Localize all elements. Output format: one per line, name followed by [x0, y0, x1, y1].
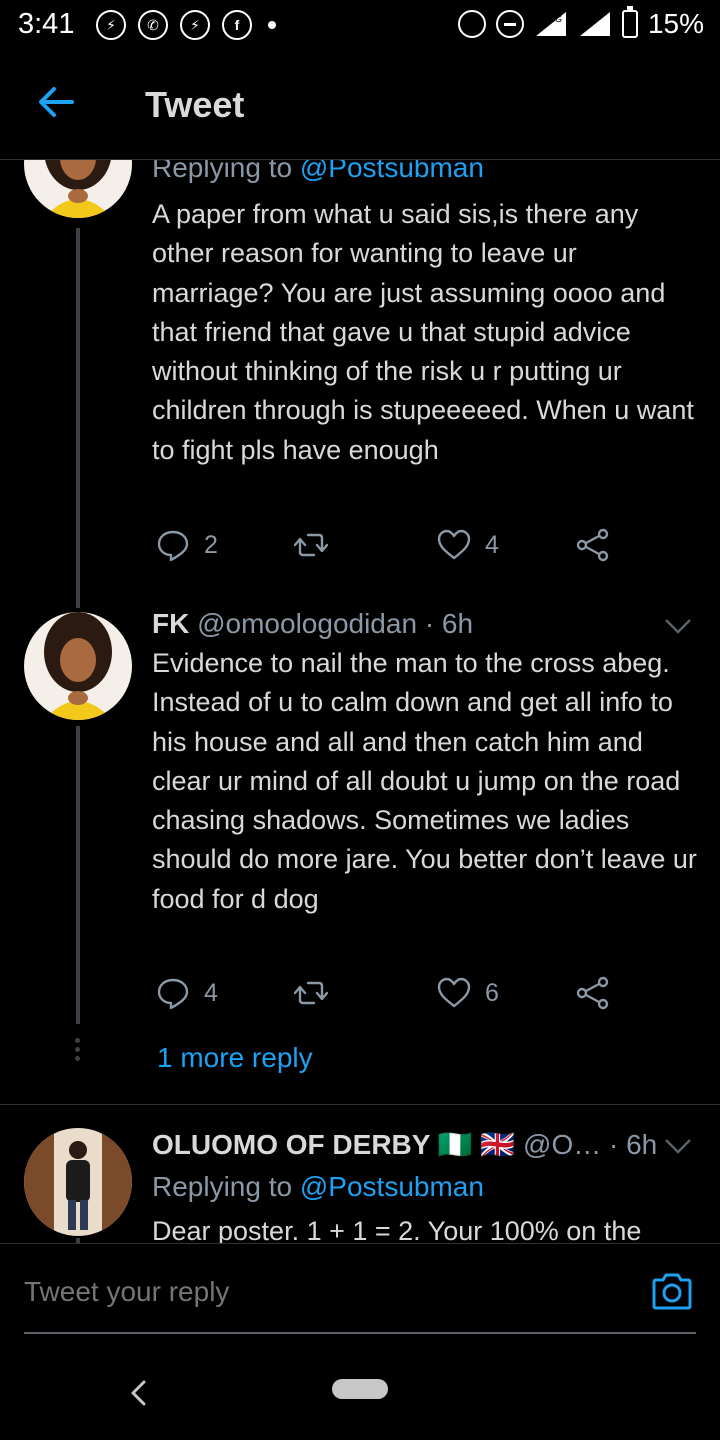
reply-handle-link[interactable]: @Postsubman [300, 160, 484, 183]
status-bar: 3:41 ⚡ ✆ ⚡ f 3G 15% [0, 0, 720, 52]
signal-icon [578, 10, 612, 38]
tweet-actions: 4 6 [152, 976, 632, 1016]
tweet-text: A paper from what u said sis,is there an… [152, 199, 694, 465]
battery-level: 15% [647, 8, 704, 39]
nav-back-icon[interactable] [128, 1379, 150, 1407]
user-handle[interactable]: @O… [523, 1129, 601, 1160]
retweet-button[interactable] [294, 528, 328, 562]
divider [0, 1104, 720, 1105]
like-button[interactable]: 4 [437, 528, 499, 562]
tweet-time: · 6h [609, 1129, 658, 1160]
input-underline [24, 1332, 696, 1334]
reply-count: 4 [204, 978, 218, 1007]
replying-to: Replying to @Postsubman [152, 160, 484, 184]
avatar[interactable] [24, 1128, 132, 1236]
reply-icon [157, 530, 189, 562]
arrow-left-icon[interactable] [36, 82, 76, 122]
svg-text:3G: 3G [550, 14, 562, 24]
camera-icon[interactable] [650, 1272, 694, 1312]
battery-icon [621, 6, 638, 38]
reply-button[interactable]: 2 [156, 528, 218, 562]
compose-bar [0, 1243, 720, 1353]
chevron-down-icon[interactable] [664, 616, 692, 636]
share-icon [576, 528, 609, 562]
display-name[interactable]: OLUOMO OF DERBY 🇳🇬 🇬🇧 [152, 1129, 515, 1160]
tweet-meta: FK @omoologodidan · 6h [152, 608, 473, 640]
share-button[interactable] [576, 976, 610, 1010]
replying-to: Replying to @Postsubman [152, 1171, 484, 1202]
signal-icon: 3G [534, 10, 568, 38]
nav-home-pill[interactable] [332, 1379, 388, 1399]
notification-icons: ⚡ ✆ ⚡ f [96, 10, 276, 40]
retweet-button[interactable] [294, 976, 328, 1010]
user-handle[interactable]: @omoologodidan [197, 608, 417, 639]
dnd-icon [495, 10, 524, 38]
page-title: Tweet [145, 84, 245, 125]
chevron-down-icon[interactable] [664, 1136, 692, 1156]
like-count: 6 [485, 978, 499, 1007]
thread-dots [75, 1038, 81, 1065]
system-icons: 3G 15% [457, 6, 704, 40]
like-count: 4 [485, 530, 499, 559]
share-icon [576, 976, 609, 1010]
thread-line [76, 726, 80, 1024]
heart-icon [437, 977, 471, 1008]
system-nav-bar [0, 1353, 720, 1440]
tweet-actions: 2 4 [152, 528, 632, 568]
alarm-icon [457, 10, 486, 38]
messenger-icon: ⚡ [96, 10, 126, 40]
share-button[interactable] [576, 528, 610, 562]
avatar[interactable] [24, 612, 132, 720]
more-replies-link[interactable]: 1 more reply [157, 1042, 313, 1074]
thread-line [76, 228, 80, 608]
dot-icon [268, 21, 276, 29]
status-time: 3:41 [18, 8, 75, 40]
tweet-text: Evidence to nail the man to the cross ab… [152, 648, 697, 914]
reply-input[interactable] [24, 1276, 624, 1308]
reply-count: 2 [204, 530, 218, 559]
top-app-bar: Tweet [0, 52, 720, 160]
reply-handle-link[interactable]: @Postsubman [300, 1171, 484, 1202]
messenger-icon: ⚡ [180, 10, 210, 40]
facebook-icon: f [222, 10, 252, 40]
display-name[interactable]: FK [152, 608, 189, 639]
reply-feed[interactable]: Replying to @Postsubman A paper from wha… [0, 160, 720, 1243]
retweet-icon [294, 981, 328, 1005]
retweet-icon [294, 533, 328, 557]
reply-button[interactable]: 4 [156, 976, 218, 1010]
like-button[interactable]: 6 [437, 976, 499, 1010]
tweet-meta: OLUOMO OF DERBY 🇳🇬 🇬🇧 @O… · 6h [152, 1128, 657, 1161]
whatsapp-icon: ✆ [138, 10, 168, 40]
tweet-text: Dear poster. 1 + 1 = 2. Your 100% on the [152, 1216, 642, 1243]
avatar[interactable] [24, 160, 132, 218]
heart-icon [437, 529, 471, 560]
tweet-time: · 6h [424, 608, 474, 639]
reply-icon [157, 978, 189, 1010]
